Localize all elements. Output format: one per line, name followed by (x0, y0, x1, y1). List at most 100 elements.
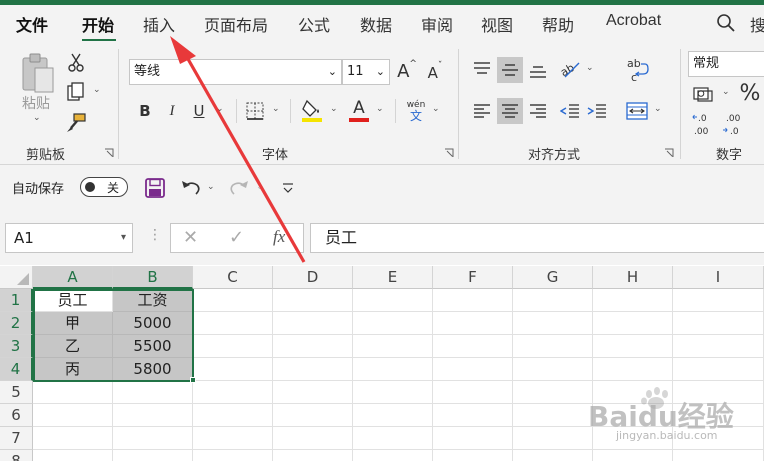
increase-indent-icon[interactable] (585, 99, 609, 123)
copy-icon[interactable] (64, 81, 88, 103)
number-format-box[interactable]: 常规 (688, 51, 764, 77)
cell-d7[interactable] (273, 427, 353, 450)
cell-b3[interactable]: 5500 (113, 335, 193, 358)
decrease-indent-icon[interactable] (558, 99, 582, 123)
redo-dropdown-icon[interactable]: ⌄ (256, 182, 264, 192)
autosave-toggle[interactable]: 关 (80, 177, 128, 197)
cell-f1[interactable] (433, 289, 513, 312)
redo-icon[interactable] (228, 177, 250, 199)
cell-d6[interactable] (273, 404, 353, 427)
formula-input[interactable]: 员工 (310, 223, 764, 253)
cell-e1[interactable] (353, 289, 433, 312)
cell-b7[interactable] (113, 427, 193, 450)
decrease-font-size-button[interactable]: Aˇ (424, 61, 446, 85)
orientation-icon[interactable]: ab (558, 57, 582, 81)
align-left-icon[interactable] (470, 99, 494, 123)
column-header-h[interactable]: H (593, 266, 673, 289)
row-header-8[interactable]: 8 (0, 450, 33, 461)
cell-a6[interactable] (33, 404, 113, 427)
bold-button[interactable]: B (134, 99, 156, 123)
cell-a3[interactable]: 乙 (33, 335, 113, 358)
cell-g5[interactable] (513, 381, 593, 404)
tab-help[interactable]: 帮助 (542, 12, 574, 36)
cell-b4[interactable]: 5800 (113, 358, 193, 381)
cell-f4[interactable] (433, 358, 513, 381)
column-header-c[interactable]: C (193, 266, 273, 289)
percent-style-button[interactable]: % (738, 79, 762, 107)
cell-c2[interactable] (193, 312, 273, 335)
column-header-a[interactable]: A (33, 266, 113, 289)
copy-dropdown-icon[interactable]: ⌄ (93, 85, 101, 95)
align-top-icon[interactable] (470, 57, 494, 81)
clipboard-launcher-icon[interactable] (104, 147, 114, 157)
cell-h3[interactable] (593, 335, 673, 358)
tab-view[interactable]: 视图 (481, 12, 513, 36)
alignment-launcher-icon[interactable] (664, 147, 674, 157)
cell-g1[interactable] (513, 289, 593, 312)
cell-i2[interactable] (673, 312, 764, 335)
increase-font-size-button[interactable]: A ^ (396, 59, 418, 83)
phonetic-dropdown-icon[interactable]: ⌄ (432, 104, 440, 114)
align-center-icon[interactable] (497, 98, 523, 124)
tab-file[interactable]: 文件 (16, 12, 48, 36)
paste-dropdown-icon[interactable]: ⌄ (33, 113, 41, 123)
merge-center-icon[interactable] (624, 99, 650, 123)
search-icon[interactable] (716, 13, 736, 37)
insert-function-button[interactable]: fx (273, 227, 285, 247)
cancel-icon[interactable]: ✕ (183, 227, 198, 248)
cell-g7[interactable] (513, 427, 593, 450)
cell-g4[interactable] (513, 358, 593, 381)
cell-g3[interactable] (513, 335, 593, 358)
paste-label[interactable]: 粘贴 (22, 93, 50, 113)
paste-icon[interactable] (18, 51, 58, 95)
cell-e4[interactable] (353, 358, 433, 381)
cell-f3[interactable] (433, 335, 513, 358)
align-bottom-icon[interactable] (526, 59, 550, 83)
column-header-e[interactable]: E (353, 266, 433, 289)
font-name-box[interactable]: 等线 ⌄ (129, 59, 342, 85)
cell-c8[interactable] (193, 450, 273, 461)
cell-c3[interactable] (193, 335, 273, 358)
underline-dropdown-icon[interactable]: ⌄ (216, 104, 224, 114)
accounting-format-icon[interactable] (692, 83, 716, 105)
cell-a7[interactable] (33, 427, 113, 450)
borders-dropdown-icon[interactable]: ⌄ (272, 104, 280, 114)
cell-c4[interactable] (193, 358, 273, 381)
name-box-dropdown-icon[interactable]: ▾ (121, 224, 126, 252)
format-painter-icon[interactable] (64, 111, 88, 135)
cell-a5[interactable] (33, 381, 113, 404)
column-header-d[interactable]: D (273, 266, 353, 289)
cell-g6[interactable] (513, 404, 593, 427)
row-header-3[interactable]: 3 (0, 335, 33, 358)
cell-f7[interactable] (433, 427, 513, 450)
customize-qat-icon[interactable] (280, 177, 296, 199)
select-all-corner[interactable] (0, 266, 33, 289)
underline-button[interactable]: U (188, 99, 210, 123)
row-header-6[interactable]: 6 (0, 404, 33, 427)
column-header-g[interactable]: G (513, 266, 593, 289)
cell-e8[interactable] (353, 450, 433, 461)
undo-icon[interactable] (180, 177, 202, 199)
font-size-box[interactable]: 11 ⌄ (342, 59, 390, 85)
column-header-i[interactable]: I (673, 266, 764, 289)
cell-a2[interactable]: 甲 (33, 312, 113, 335)
cell-e3[interactable] (353, 335, 433, 358)
font-color-button[interactable]: A (348, 97, 370, 123)
cut-icon[interactable] (66, 51, 86, 73)
cell-c6[interactable] (193, 404, 273, 427)
cell-b1[interactable]: 工资 (113, 289, 193, 312)
decrease-decimal-icon[interactable]: .00.0 (722, 111, 746, 137)
cell-b2[interactable]: 5000 (113, 312, 193, 335)
cell-h1[interactable] (593, 289, 673, 312)
save-icon[interactable] (144, 177, 166, 199)
cell-h4[interactable] (593, 358, 673, 381)
cell-e7[interactable] (353, 427, 433, 450)
font-color-dropdown-icon[interactable]: ⌄ (376, 104, 384, 114)
font-size-dropdown-icon[interactable]: ⌄ (376, 60, 385, 84)
increase-decimal-icon[interactable]: .0.00 (692, 111, 716, 137)
align-middle-icon[interactable] (497, 57, 523, 83)
italic-button[interactable]: I (161, 99, 183, 123)
cell-a1[interactable]: 员工 (33, 289, 113, 312)
tab-page-layout[interactable]: 页面布局 (204, 12, 268, 36)
cell-i4[interactable] (673, 358, 764, 381)
